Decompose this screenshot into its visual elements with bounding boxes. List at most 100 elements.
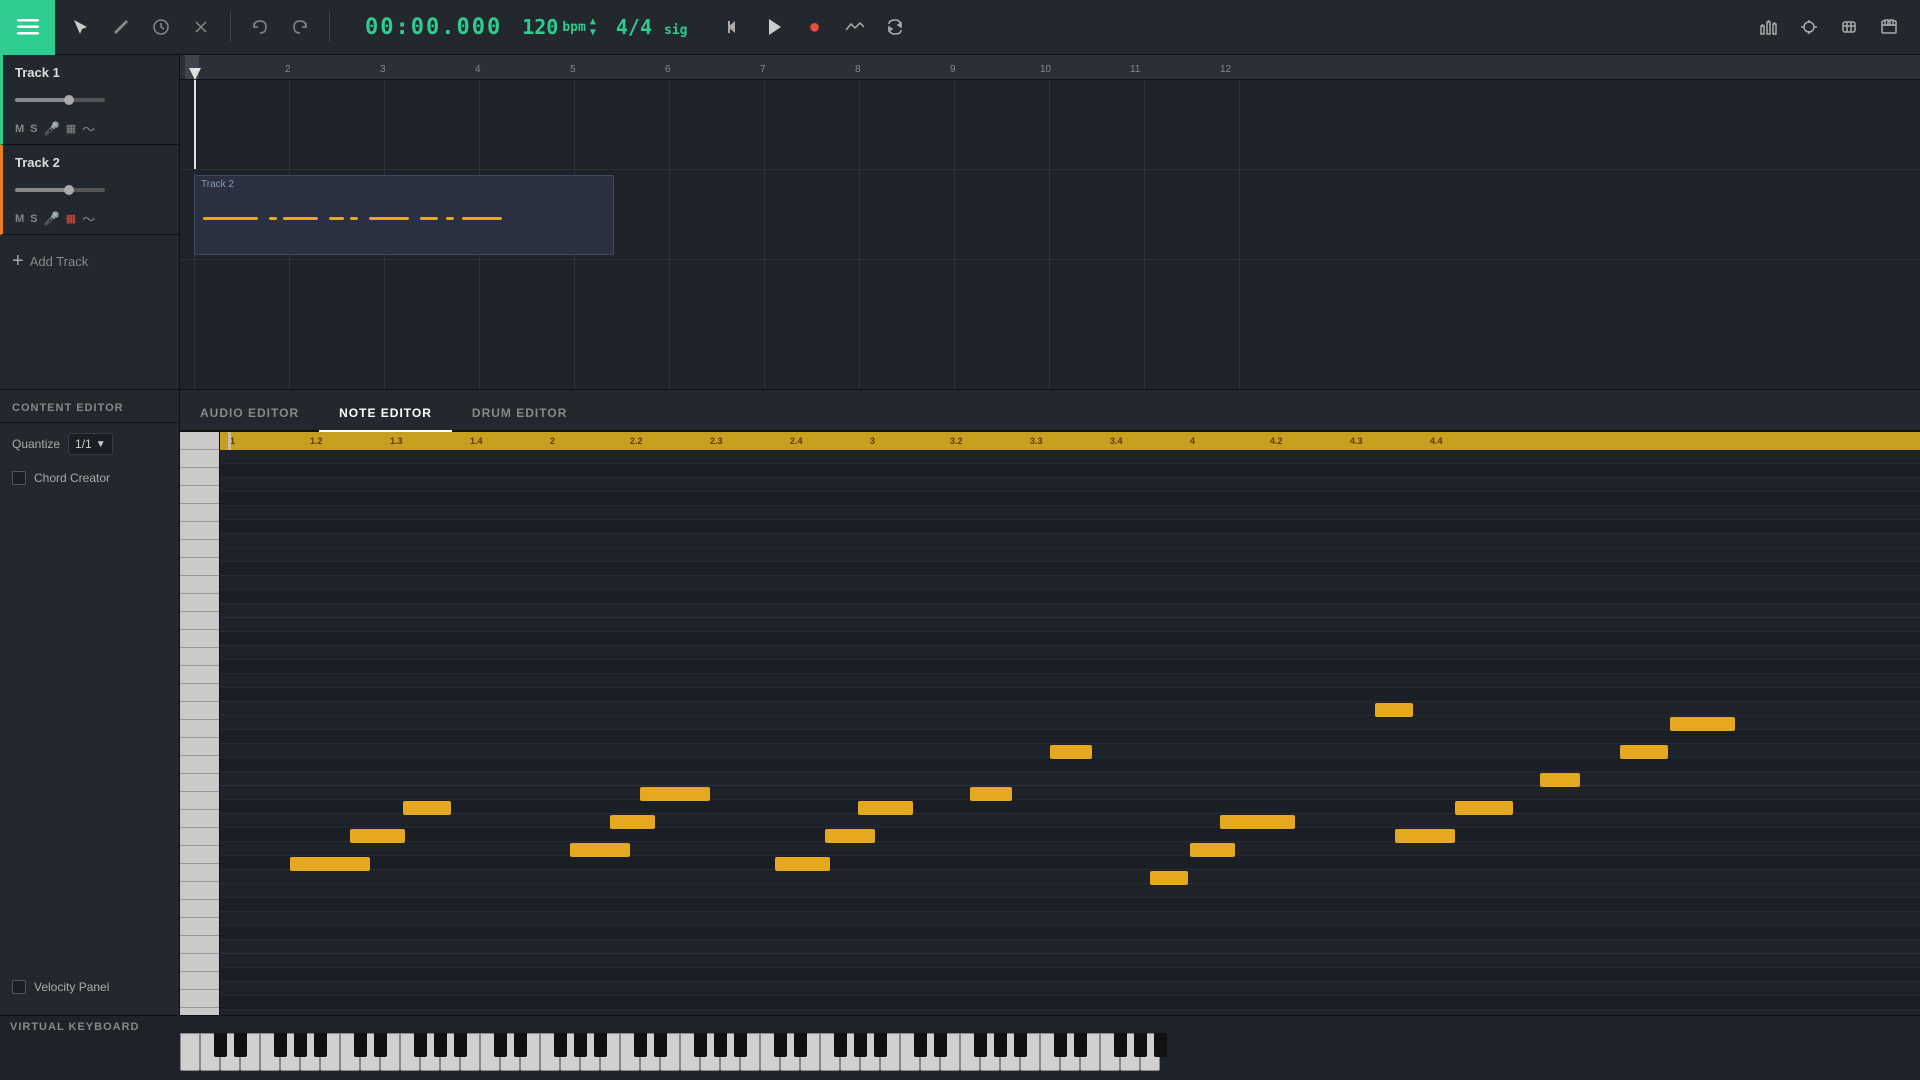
- play-button[interactable]: [758, 10, 792, 44]
- virtual-key-white[interactable]: [400, 1033, 420, 1071]
- tab-audio-editor[interactable]: AUDIO EDITOR: [180, 396, 319, 432]
- track-1-solo[interactable]: S: [30, 123, 37, 135]
- piano-key-white[interactable]: [180, 486, 219, 504]
- velocity-panel-checkbox[interactable]: [12, 980, 26, 994]
- note-block[interactable]: [1050, 745, 1092, 759]
- virtual-key-white[interactable]: [300, 1033, 320, 1071]
- note-block[interactable]: [1150, 871, 1188, 885]
- virtual-key-white[interactable]: [560, 1033, 580, 1071]
- clock-tool[interactable]: [145, 11, 177, 43]
- piano-key-white[interactable]: [180, 900, 219, 918]
- note-block[interactable]: [570, 843, 630, 857]
- virtual-key-white[interactable]: [580, 1033, 600, 1071]
- loop-button[interactable]: [878, 10, 912, 44]
- virtual-key-white[interactable]: [640, 1033, 660, 1071]
- piano-key-white[interactable]: [180, 684, 219, 702]
- virtual-key-white[interactable]: [1040, 1033, 1060, 1071]
- virtual-keyboard-keys[interactable]: [0, 1033, 1920, 1073]
- virtual-key-white[interactable]: [1100, 1033, 1120, 1071]
- redo-button[interactable]: [284, 11, 316, 43]
- automation-button[interactable]: [838, 10, 872, 44]
- piano-key-white[interactable]: [180, 756, 219, 774]
- virtual-key-white[interactable]: [280, 1033, 300, 1071]
- tab-drum-editor[interactable]: DRUM EDITOR: [452, 396, 587, 432]
- virtual-key-white[interactable]: [360, 1033, 380, 1071]
- note-block[interactable]: [825, 829, 875, 843]
- note-block[interactable]: [290, 857, 370, 871]
- bpm-stepper[interactable]: ▲ ▼: [590, 16, 596, 38]
- track-1-fx[interactable]: ▦: [66, 122, 76, 135]
- piano-key-white[interactable]: [180, 720, 219, 738]
- piano-key-white[interactable]: [180, 846, 219, 864]
- virtual-key-white[interactable]: [700, 1033, 720, 1071]
- track-1-mic[interactable]: 🎤: [44, 121, 60, 137]
- piano-key-white[interactable]: [180, 594, 219, 612]
- virtual-key-white[interactable]: [600, 1033, 620, 1071]
- piano-key-white[interactable]: [180, 918, 219, 936]
- note-block[interactable]: [775, 857, 830, 871]
- piano-key-white[interactable]: [180, 702, 219, 720]
- track-2-volume[interactable]: [15, 188, 105, 192]
- add-track-button[interactable]: + Add Track: [0, 235, 179, 288]
- virtual-key-white[interactable]: [500, 1033, 520, 1071]
- piano-key-white[interactable]: [180, 612, 219, 630]
- virtual-key-white[interactable]: [760, 1033, 780, 1071]
- piano-key-white[interactable]: [180, 990, 219, 1008]
- bpm-value[interactable]: 120: [522, 15, 558, 39]
- virtual-key-white[interactable]: [840, 1033, 860, 1071]
- virtual-key-white[interactable]: [520, 1033, 540, 1071]
- cut-tool[interactable]: [185, 11, 217, 43]
- piano-key-white[interactable]: [180, 936, 219, 954]
- virtual-key-white[interactable]: [380, 1033, 400, 1071]
- note-block[interactable]: [350, 829, 405, 843]
- virtual-key-white[interactable]: [340, 1033, 360, 1071]
- track-2-mute[interactable]: M: [15, 213, 24, 225]
- track-2-clip[interactable]: Track 2: [194, 175, 614, 255]
- virtual-key-white[interactable]: [980, 1033, 1000, 1071]
- virtual-key-white[interactable]: [240, 1033, 260, 1071]
- plugin-button[interactable]: [1833, 11, 1865, 43]
- track-1-wave[interactable]: ～: [82, 119, 95, 138]
- virtual-key-white[interactable]: [740, 1033, 760, 1071]
- note-block[interactable]: [1375, 703, 1413, 717]
- undo-button[interactable]: [244, 11, 276, 43]
- virtual-key-white[interactable]: [1060, 1033, 1080, 1071]
- piano-key-white[interactable]: [180, 810, 219, 828]
- piano-key-white[interactable]: [180, 738, 219, 756]
- virtual-key-white[interactable]: [180, 1033, 200, 1071]
- note-block[interactable]: [1620, 745, 1668, 759]
- quantize-select[interactable]: 1/1 ▼: [68, 433, 113, 455]
- track-2-wave[interactable]: ～: [82, 209, 95, 228]
- virtual-key-white[interactable]: [860, 1033, 880, 1071]
- note-block[interactable]: [970, 787, 1012, 801]
- virtual-key-white[interactable]: [720, 1033, 740, 1071]
- piano-key-white[interactable]: [180, 882, 219, 900]
- track-1-mute[interactable]: M: [15, 123, 24, 135]
- virtual-key-white[interactable]: [880, 1033, 900, 1071]
- piano-key-white[interactable]: [180, 864, 219, 882]
- track-2-lane[interactable]: Track 2: [180, 170, 1920, 260]
- virtual-key-white[interactable]: [620, 1033, 640, 1071]
- piano-key-white[interactable]: [180, 666, 219, 684]
- virtual-key-white[interactable]: [900, 1033, 920, 1071]
- virtual-key-white[interactable]: [540, 1033, 560, 1071]
- piano-key-white[interactable]: [180, 522, 219, 540]
- note-grid[interactable]: C5C4C3C2: [220, 450, 1920, 1015]
- piano-key-white[interactable]: [180, 450, 219, 468]
- piano-key-white[interactable]: [180, 972, 219, 990]
- note-block[interactable]: [1670, 717, 1735, 731]
- piano-key-white[interactable]: [180, 432, 219, 450]
- virtual-key-white[interactable]: [780, 1033, 800, 1071]
- track-1-lane[interactable]: [180, 80, 1920, 170]
- piano-key-white[interactable]: [180, 1008, 219, 1015]
- virtual-key-white[interactable]: [800, 1033, 820, 1071]
- chord-creator-checkbox[interactable]: [12, 471, 26, 485]
- time-signature[interactable]: 4/4 sig: [616, 15, 688, 39]
- virtual-key-white[interactable]: [1000, 1033, 1020, 1071]
- rewind-button[interactable]: [718, 10, 752, 44]
- tab-note-editor[interactable]: NOTE EDITOR: [319, 396, 452, 432]
- menu-button[interactable]: [0, 0, 55, 55]
- note-block[interactable]: [1395, 829, 1455, 843]
- note-block[interactable]: [403, 801, 451, 815]
- piano-key-white[interactable]: [180, 468, 219, 486]
